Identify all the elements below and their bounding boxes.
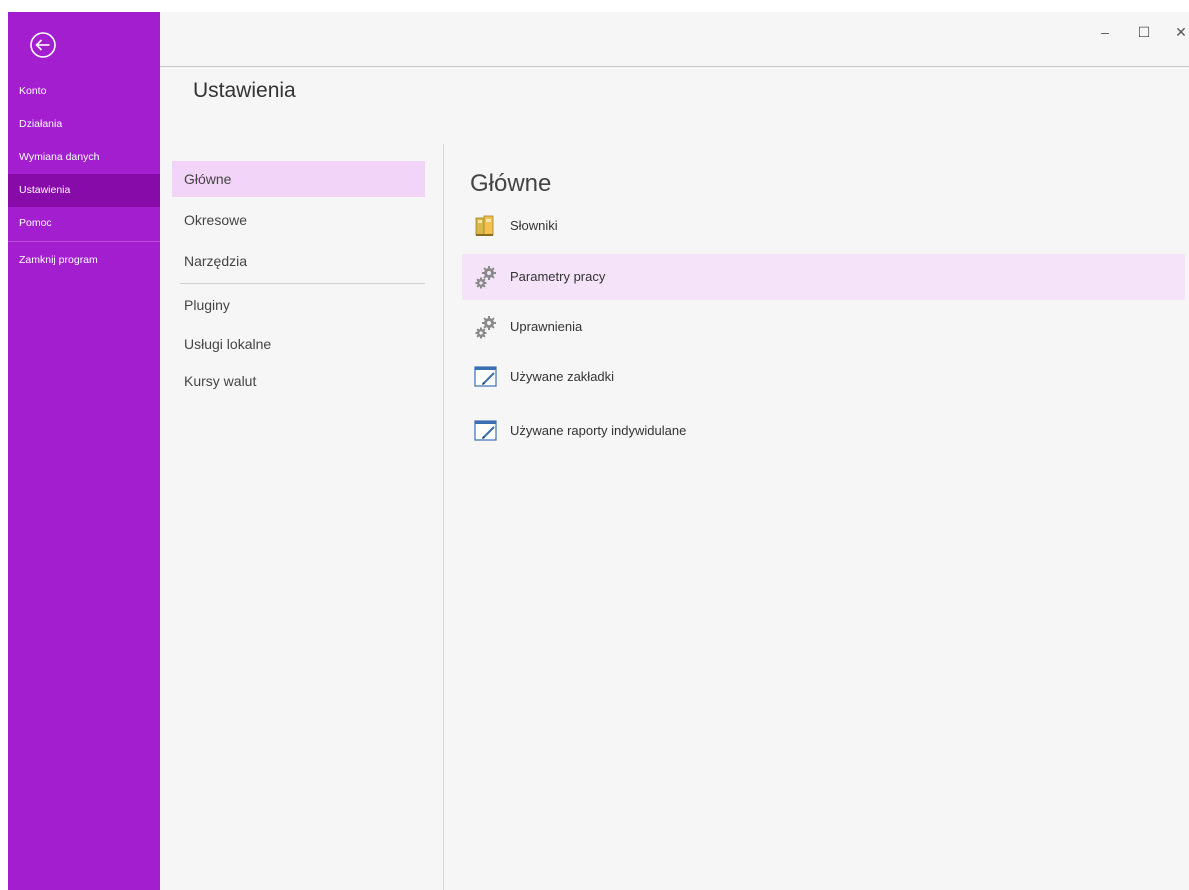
- rail-item-ustawienia[interactable]: Ustawienia: [8, 174, 160, 207]
- edit-window-icon: [474, 420, 497, 441]
- content-item-uprawnienia[interactable]: Uprawnienia: [462, 304, 1185, 350]
- nav-item-uslugi-lokalne[interactable]: Usługi lokalne: [172, 326, 425, 362]
- close-button[interactable]: ✕: [1169, 20, 1189, 44]
- gears-icon: [475, 266, 496, 289]
- close-icon: ✕: [1175, 24, 1187, 40]
- back-arrow-icon: [30, 32, 56, 58]
- content-item-label: Używane zakładki: [510, 369, 615, 384]
- panel-separator: [443, 144, 444, 890]
- nav-item-narzedzia[interactable]: Narzędzia: [172, 243, 425, 279]
- title-bar: – ☐ ✕: [160, 12, 1189, 67]
- back-button[interactable]: [28, 30, 58, 60]
- nav-item-glowne[interactable]: Główne: [172, 161, 425, 197]
- backstage-rail: Konto Działania Wymiana danych Ustawieni…: [8, 12, 160, 890]
- minimize-icon: –: [1101, 24, 1109, 40]
- maximize-button[interactable]: ☐: [1132, 20, 1156, 44]
- minimize-button[interactable]: –: [1093, 20, 1117, 44]
- books-icon: [475, 215, 494, 236]
- edit-window-icon: [474, 366, 497, 387]
- content-item-label: Uprawnienia: [510, 319, 583, 334]
- section-title: Główne: [470, 170, 552, 197]
- content-item-label: Parametry pracy: [510, 269, 606, 284]
- content-item-label: Używane raporty indywidulane: [510, 423, 687, 438]
- rail-item-konto[interactable]: Konto: [8, 75, 160, 108]
- content-item-uzywane-raporty[interactable]: Używane raporty indywidulane: [462, 408, 1185, 454]
- rail-item-pomoc[interactable]: Pomoc: [8, 207, 160, 240]
- maximize-icon: ☐: [1137, 24, 1151, 40]
- gears-icon: [475, 316, 496, 339]
- rail-item-zamknij-program[interactable]: Zamknij program: [8, 244, 160, 277]
- page-title: Ustawienia: [193, 79, 296, 102]
- nav-divider: [180, 283, 425, 284]
- nav-item-kursy-walut[interactable]: Kursy walut: [172, 363, 425, 399]
- content-item-uzywane-zakladki[interactable]: Używane zakładki: [462, 354, 1185, 400]
- content-item-label: Słowniki: [510, 218, 558, 233]
- content-item-slowniki[interactable]: Słowniki: [462, 203, 1185, 249]
- rail-item-wymiana-danych[interactable]: Wymiana danych: [8, 141, 160, 174]
- content-item-parametry-pracy[interactable]: Parametry pracy: [462, 254, 1185, 300]
- rail-item-dzialania[interactable]: Działania: [8, 108, 160, 141]
- nav-item-pluginy[interactable]: Pluginy: [172, 287, 425, 323]
- rail-divider: [8, 241, 160, 242]
- nav-item-okresowe[interactable]: Okresowe: [172, 202, 425, 238]
